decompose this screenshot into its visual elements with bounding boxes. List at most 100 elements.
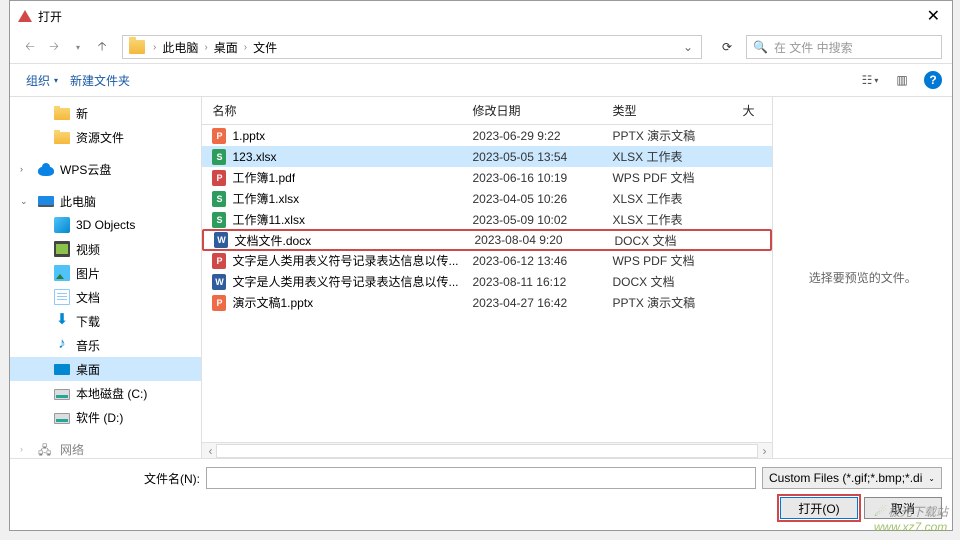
nav-tree[interactable]: 新 资源文件 ›WPS云盘 ⌄此电脑 3D Objects 视频 图片 文档 ⬇… xyxy=(10,97,201,458)
address-bar[interactable]: › 此电脑 › 桌面 › 文件 ⌄ xyxy=(122,35,702,59)
file-row[interactable]: W文字是人类用表义符号记录表达信息以传...2023-08-11 16:12DO… xyxy=(202,271,772,292)
file-row[interactable]: P工作簿1.pdf2023-06-16 10:19WPS PDF 文档 xyxy=(202,167,772,188)
file-type: PPTX 演示文稿 xyxy=(602,127,732,144)
file-name: 演示文稿1.pptx xyxy=(232,294,313,311)
music-icon: ♪ xyxy=(54,337,70,353)
file-date: 2023-04-27 16:42 xyxy=(462,296,602,310)
expand-icon[interactable]: › xyxy=(20,164,30,174)
collapse-icon[interactable]: ⌄ xyxy=(20,196,30,207)
tree-item-disk-c[interactable]: 本地磁盘 (C:) xyxy=(10,381,201,405)
col-name[interactable]: 名称 xyxy=(202,102,462,119)
up-button[interactable]: 🡡 xyxy=(92,37,112,57)
tree-item-video[interactable]: 视频 xyxy=(10,237,201,261)
chevron-right-icon[interactable]: › xyxy=(204,42,207,53)
close-button[interactable]: ✕ xyxy=(923,6,944,26)
download-icon: ⬇ xyxy=(54,313,70,329)
expand-icon[interactable]: › xyxy=(20,444,30,454)
tree-item-documents[interactable]: 文档 xyxy=(10,285,201,309)
scroll-track[interactable] xyxy=(216,444,758,458)
file-date: 2023-08-11 16:12 xyxy=(462,275,602,289)
col-size[interactable]: 大 xyxy=(732,102,772,119)
tree-item-pictures[interactable]: 图片 xyxy=(10,261,201,285)
folder-icon xyxy=(54,132,70,144)
tree-item-this-pc[interactable]: ⌄此电脑 xyxy=(10,189,201,213)
filename-input[interactable] xyxy=(206,467,756,489)
file-type: XLSX 工作表 xyxy=(602,190,732,207)
file-row[interactable]: S工作簿11.xlsx2023-05-09 10:02XLSX 工作表 xyxy=(202,209,772,230)
file-row[interactable]: P文字是人类用表义符号记录表达信息以传...2023-06-12 13:46WP… xyxy=(202,250,772,271)
chevron-right-icon[interactable]: › xyxy=(153,42,156,53)
chevron-right-icon[interactable]: › xyxy=(244,42,247,53)
preview-pane: 选择要预览的文件。 xyxy=(772,97,952,458)
file-row[interactable]: P1.pptx2023-06-29 9:22PPTX 演示文稿 xyxy=(202,125,772,146)
file-type-filter[interactable]: Custom Files (*.gif;*.bmp;*.di ⌄ xyxy=(762,467,942,489)
network-icon: 🖧 xyxy=(38,441,54,457)
file-date: 2023-05-09 10:02 xyxy=(462,213,602,227)
file-type-icon: S xyxy=(212,191,226,207)
folder-icon xyxy=(129,40,145,54)
tree-item-music[interactable]: ♪音乐 xyxy=(10,333,201,357)
horizontal-scrollbar[interactable]: ‹ › xyxy=(202,442,772,458)
file-date: 2023-06-29 9:22 xyxy=(462,129,602,143)
tree-item-wps-cloud[interactable]: ›WPS云盘 xyxy=(10,157,201,181)
file-type: DOCX 文档 xyxy=(602,273,732,290)
help-button[interactable]: ? xyxy=(924,71,942,89)
preview-pane-button[interactable]: ▥ xyxy=(890,73,914,87)
crumb-root[interactable]: 此电脑 xyxy=(160,39,200,56)
file-date: 2023-05-05 13:54 xyxy=(462,150,602,164)
col-date[interactable]: 修改日期 xyxy=(462,102,602,119)
file-type-icon: W xyxy=(214,232,228,248)
tree-item-downloads[interactable]: ⬇下载 xyxy=(10,309,201,333)
organize-button[interactable]: 组织▾ xyxy=(20,70,64,91)
chevron-down-icon: ⌄ xyxy=(928,474,935,483)
back-button[interactable]: 🡠 xyxy=(20,37,40,57)
titlebar: 打开 ✕ xyxy=(10,1,952,31)
crumb-desktop[interactable]: 桌面 xyxy=(212,39,240,56)
file-type: WPS PDF 文档 xyxy=(602,252,732,269)
picture-icon xyxy=(54,265,70,281)
file-type: DOCX 文档 xyxy=(604,232,734,249)
tree-item-disk-d[interactable]: 软件 (D:) xyxy=(10,405,201,429)
view-options-button[interactable]: ☷ ▾ xyxy=(858,73,882,87)
new-folder-button[interactable]: 新建文件夹 xyxy=(64,70,136,91)
tree-item-resources[interactable]: 资源文件 xyxy=(10,125,201,149)
refresh-button[interactable]: ⟳ xyxy=(716,36,738,58)
file-row[interactable]: W文档文件.docx2023-08-04 9:20DOCX 文档 xyxy=(202,229,772,251)
preview-placeholder: 选择要预览的文件。 xyxy=(809,269,917,286)
tree-item-network[interactable]: ›🖧网络 xyxy=(10,437,201,458)
file-type-icon: W xyxy=(212,274,226,290)
filename-label: 文件名(N): xyxy=(20,470,200,487)
folder-icon xyxy=(54,108,70,120)
file-name: 工作簿11.xlsx xyxy=(232,211,304,228)
chevron-down-icon: ▾ xyxy=(54,76,58,85)
file-name: 文档文件.docx xyxy=(234,232,311,249)
file-type-icon: S xyxy=(212,212,226,228)
file-list: 名称 修改日期 类型 大 P1.pptx2023-06-29 9:22PPTX … xyxy=(201,97,772,458)
address-dropdown[interactable]: ⌄ xyxy=(683,40,693,54)
pc-icon xyxy=(38,196,54,207)
crumb-folder[interactable]: 文件 xyxy=(251,39,279,56)
file-name: 123.xlsx xyxy=(232,150,276,164)
file-rows[interactable]: P1.pptx2023-06-29 9:22PPTX 演示文稿 S 123.xlsx… xyxy=(202,125,772,442)
scroll-right-icon[interactable]: › xyxy=(762,444,766,458)
tree-item-3d[interactable]: 3D Objects xyxy=(10,213,201,237)
search-input[interactable]: 🔍 在 文件 中搜索 xyxy=(746,35,942,59)
tree-item-desktop[interactable]: 桌面 xyxy=(10,357,201,381)
file-row[interactable]: P演示文稿1.pptx2023-04-27 16:42PPTX 演示文稿 xyxy=(202,292,772,313)
scroll-left-icon[interactable]: ‹ xyxy=(208,444,212,458)
recent-dropdown[interactable]: ▾ xyxy=(68,37,88,57)
nav-bar: 🡠 🡢 ▾ 🡡 › 此电脑 › 桌面 › 文件 ⌄ ⟳ 🔍 在 文件 中搜索 xyxy=(10,31,952,63)
file-date: 2023-06-16 10:19 xyxy=(462,171,602,185)
col-type[interactable]: 类型 xyxy=(602,102,732,119)
cancel-button[interactable]: 取消 xyxy=(864,497,942,519)
file-row[interactable]: S123.xlsx2023-05-05 13:54XLSX 工作表 xyxy=(202,146,772,167)
tree-item-new[interactable]: 新 xyxy=(10,101,201,125)
forward-button[interactable]: 🡢 xyxy=(44,37,64,57)
open-button[interactable]: 打开(O) xyxy=(780,497,858,519)
desktop-icon xyxy=(54,364,70,375)
app-icon xyxy=(18,9,32,23)
search-icon: 🔍 xyxy=(753,40,768,54)
file-row[interactable]: S工作簿1.xlsx2023-04-05 10:26XLSX 工作表 xyxy=(202,188,772,209)
open-dialog: 打开 ✕ 🡠 🡢 ▾ 🡡 › 此电脑 › 桌面 › 文件 ⌄ ⟳ 🔍 在 文件 … xyxy=(9,0,953,531)
file-type: XLSX 工作表 xyxy=(602,148,732,165)
